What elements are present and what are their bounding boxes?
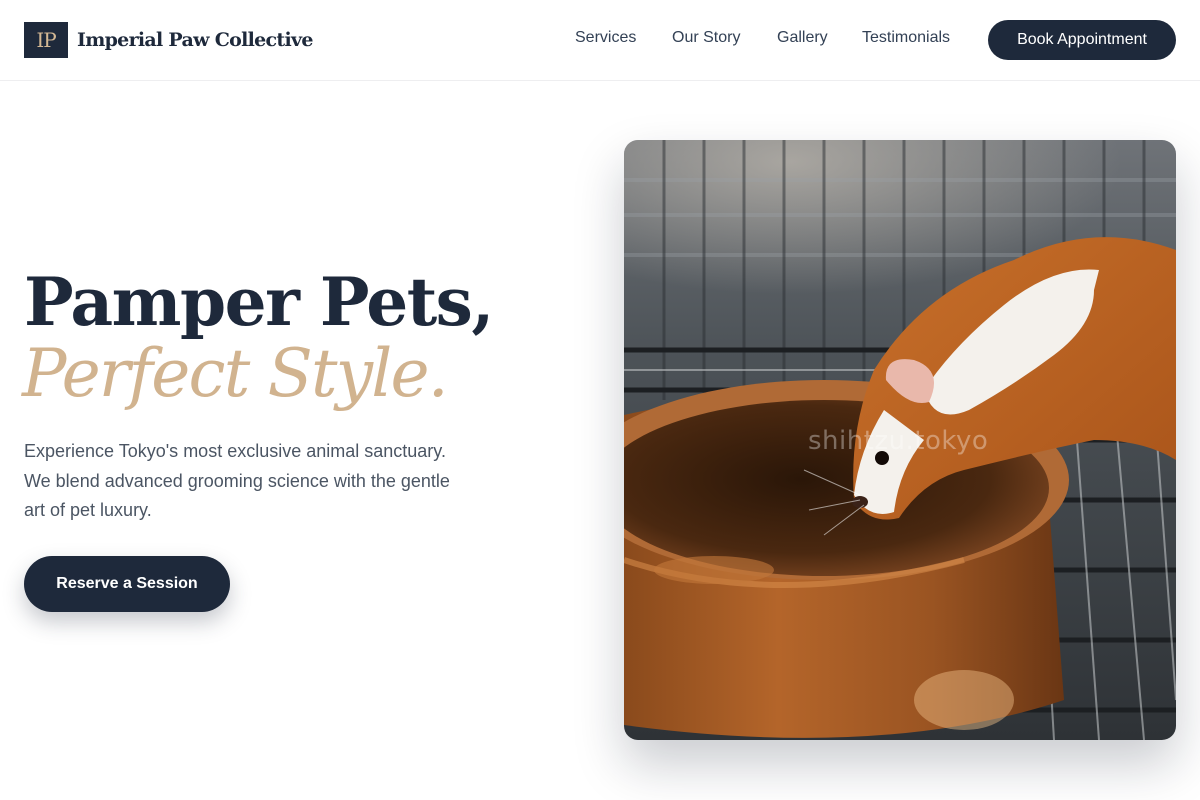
book-appointment-button[interactable]: Book Appointment xyxy=(988,20,1176,60)
nav-link-gallery[interactable]: Gallery xyxy=(777,29,828,47)
site-header: IP Imperial Paw Collective Services Our … xyxy=(0,0,1200,81)
hero-image-guinea-pig: shihtzu.tokyo xyxy=(624,140,1176,740)
nav-link-services[interactable]: Services xyxy=(575,29,636,47)
guinea-pig-illustration xyxy=(624,140,1176,740)
hero-headline-line1: Pamper Pets, xyxy=(24,263,494,341)
reserve-session-button[interactable]: Reserve a Session xyxy=(24,556,230,612)
hero-description: Experience Tokyo's most exclusive animal… xyxy=(24,441,450,520)
hero-headline-line2: Perfect Style. xyxy=(22,335,449,412)
nav-link-testimonials[interactable]: Testimonials xyxy=(862,29,950,47)
nav-link-our-story[interactable]: Our Story xyxy=(672,29,740,47)
